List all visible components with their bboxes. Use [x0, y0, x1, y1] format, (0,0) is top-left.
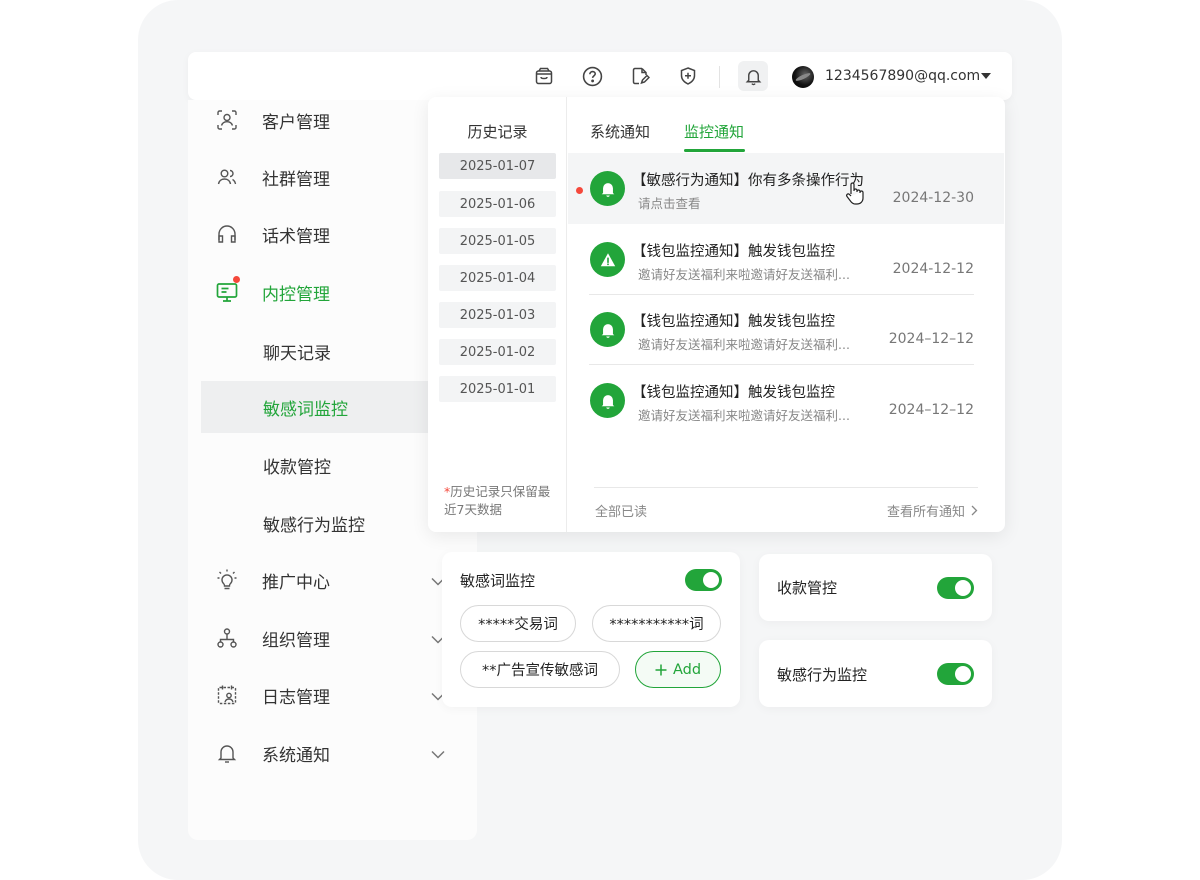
add-word-label: Add [672, 661, 702, 678]
notification-title: 【钱包监控通知】触发钱包监控 [632, 244, 835, 260]
notification-date: 2024–12–12 [888, 331, 974, 347]
customer-scan-icon [215, 108, 239, 132]
sidebar-subitem-sensitive-words[interactable]: 敏感词监控 [201, 381, 441, 433]
bell-icon [215, 741, 239, 765]
notification-item[interactable]: 【敏感行为通知】你有多条操作行为 请点击查看 2024-12-30 [568, 153, 1004, 224]
sidebar-subitem-behavior-monitor[interactable]: 敏感行为监控 [201, 497, 441, 549]
behavior-monitor-card: 敏感行为监控 [759, 640, 992, 707]
history-date[interactable]: 2025-01-01 [439, 376, 556, 402]
payment-control-toggle[interactable] [937, 577, 974, 599]
add-word-button[interactable]: Add [635, 651, 721, 688]
notification-badge [233, 276, 240, 283]
history-date[interactable]: 2025-01-06 [439, 191, 556, 217]
notification-desc: 邀请好友送福利来啦邀请好友送福利... [638, 408, 850, 423]
users-icon [215, 165, 239, 189]
sidebar-item-label: 组织管理 [262, 630, 330, 651]
payment-control-card: 收款管控 [759, 554, 992, 621]
top-bar: 1234567890@qq.com [188, 52, 1012, 100]
toolbar-divider [719, 66, 720, 88]
history-date[interactable]: 2025-01-05 [439, 228, 556, 254]
avatar[interactable] [792, 66, 814, 88]
account-dropdown-caret[interactable] [981, 73, 991, 79]
sensitive-word-chip[interactable]: ***********词 [592, 605, 721, 642]
footer-divider [594, 487, 978, 488]
sidebar-subitem-label: 敏感词监控 [263, 399, 348, 420]
warning-icon [590, 242, 625, 277]
edit-document-icon[interactable] [628, 64, 652, 88]
notification-item[interactable]: 【钱包监控通知】触发钱包监控 邀请好友送福利来啦邀请好友送福利... 2024-… [568, 224, 1004, 295]
sensitive-word-chip[interactable]: *****交易词 [460, 605, 576, 642]
bell-icon [590, 171, 625, 206]
account-email[interactable]: 1234567890@qq.com [825, 68, 980, 84]
notification-desc: 邀请好友送福利来啦邀请好友送福利... [638, 337, 850, 352]
sidebar-item-system-notice[interactable]: 系统通知 [188, 727, 477, 779]
notification-title: 【钱包监控通知】触发钱包监控 [632, 314, 835, 330]
card-title: 敏感行为监控 [777, 666, 868, 684]
notification-bell-button[interactable] [738, 61, 768, 91]
sidebar-item-promotion[interactable]: 推广中心 [188, 554, 477, 606]
sensitive-words-card: 敏感词监控 *****交易词 ***********词 **广告宣传敏感词 Ad… [442, 552, 740, 707]
history-panel: 历史记录 2025-01-07 2025-01-06 2025-01-05 20… [428, 97, 567, 532]
card-title: 收款管控 [777, 579, 838, 597]
headset-icon [215, 222, 239, 246]
plus-icon [655, 664, 667, 676]
sidebar-subitem-label: 聊天记录 [263, 343, 331, 364]
org-tree-icon [215, 626, 239, 650]
lightbulb-icon [215, 568, 239, 592]
notification-title: 【钱包监控通知】触发钱包监控 [632, 385, 835, 401]
sidebar-subitem-label: 收款管控 [263, 457, 331, 478]
history-date[interactable]: 2025-01-03 [439, 302, 556, 328]
history-date[interactable]: 2025-01-02 [439, 339, 556, 365]
sidebar-item-label: 推广中心 [262, 572, 330, 593]
chevron-down-icon [431, 744, 445, 763]
notification-date: 2024-12-30 [892, 190, 974, 206]
sidebar-item-label: 日志管理 [262, 687, 330, 708]
monitor-icon [215, 276, 240, 304]
notification-title: 【敏感行为通知】你有多条操作行为 [632, 173, 864, 189]
history-date[interactable]: 2025-01-04 [439, 265, 556, 291]
sidebar-subitem-label: 敏感行为监控 [263, 515, 365, 536]
card-title: 敏感词监控 [460, 572, 536, 590]
notification-item[interactable]: 【钱包监控通知】触发钱包监控 邀请好友送福利来啦邀请好友送福利... 2024–… [568, 294, 1004, 365]
bell-icon [590, 312, 625, 347]
sidebar-item-label: 话术管理 [262, 226, 330, 247]
chevron-right-icon [971, 505, 978, 516]
help-circle-icon[interactable] [580, 64, 604, 88]
history-note: *历史记录只保留最近7天数据 [444, 483, 559, 519]
notification-item[interactable]: 【钱包监控通知】触发钱包监控 邀请好友送福利来啦邀请好友送福利... 2024–… [568, 365, 1004, 436]
sidebar-subitem-chat-records[interactable]: 聊天记录 [201, 325, 441, 377]
history-date[interactable]: 2025-01-07 [439, 153, 556, 179]
sidebar-item-label: 系统通知 [262, 745, 330, 766]
hand-pointer-icon [844, 181, 866, 209]
sensitive-word-chip[interactable]: **广告宣传敏感词 [460, 651, 620, 688]
unread-dot [576, 187, 583, 194]
behavior-monitor-toggle[interactable] [937, 663, 974, 685]
notification-desc: 邀请好友送福利来啦邀请好友送福利... [638, 267, 850, 282]
history-note-text: 历史记录只保留最近7天数据 [444, 484, 551, 517]
sidebar-item-logs[interactable]: 日志管理 [188, 669, 477, 721]
view-all-label: 查看所有通知 [887, 505, 966, 520]
history-title: 历史记录 [467, 123, 528, 141]
notification-desc: 请点击查看 [638, 196, 701, 211]
sidebar-item-label: 内控管理 [262, 284, 330, 305]
shopping-bag-icon[interactable] [532, 64, 556, 88]
notification-date: 2024–12–12 [888, 402, 974, 418]
sidebar-item-organization[interactable]: 组织管理 [188, 612, 477, 664]
sidebar-item-label: 客户管理 [262, 112, 330, 133]
sidebar-item-label: 社群管理 [262, 169, 330, 190]
shield-plus-icon[interactable] [676, 64, 700, 88]
sensitive-words-toggle[interactable] [685, 569, 722, 591]
tab-monitor-notice[interactable]: 监控通知 [684, 121, 744, 142]
sidebar-subitem-payment-control[interactable]: 收款管控 [201, 439, 441, 491]
active-tab-indicator [684, 149, 745, 152]
bell-icon [744, 67, 763, 86]
notification-popover: 历史记录 2025-01-07 2025-01-06 2025-01-05 20… [428, 97, 1005, 532]
view-all-notifications-link[interactable]: 查看所有通知 [887, 501, 978, 520]
log-user-icon [215, 683, 239, 707]
tab-system-notice[interactable]: 系统通知 [590, 121, 650, 142]
bell-icon [590, 383, 625, 418]
notification-date: 2024-12-12 [892, 261, 974, 277]
mark-all-read-button[interactable]: 全部已读 [595, 501, 647, 520]
